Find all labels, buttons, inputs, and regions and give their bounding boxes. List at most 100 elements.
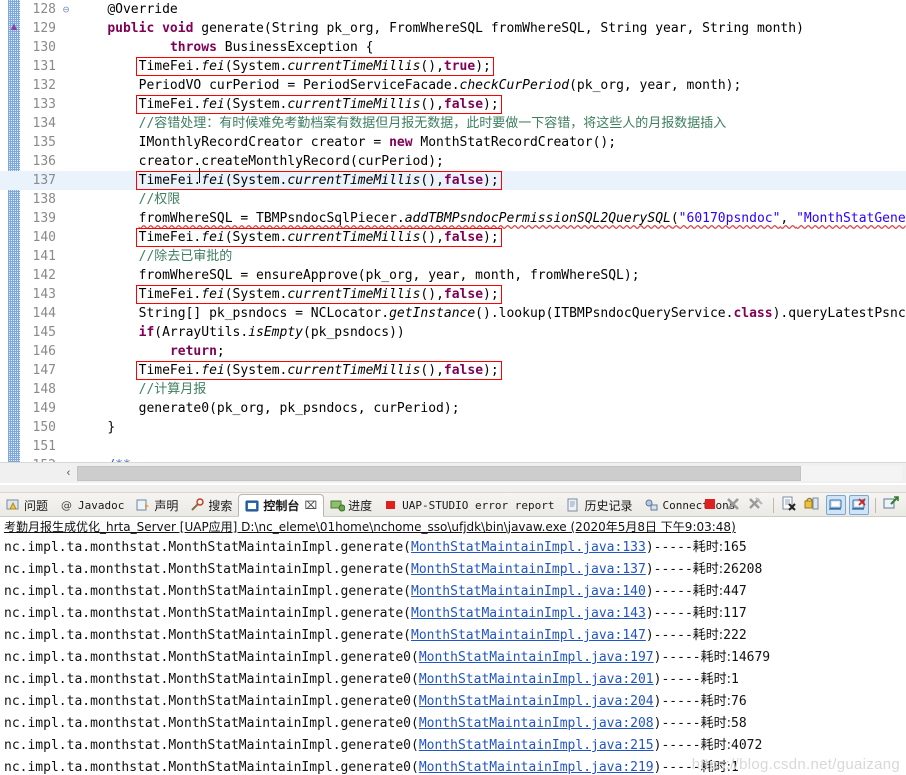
code-line[interactable]: 128 ⊖ @Override: [0, 0, 906, 19]
code-line[interactable]: 145 if(ArrayUtils.isEmpty(pk_psndocs)): [0, 323, 906, 342]
code-text: TimeFei.fei(System.currentTimeMillis(),t…: [138, 59, 491, 74]
console-error-icon: [850, 498, 868, 518]
remove-launch-button[interactable]: [724, 495, 744, 515]
stack-trace-link[interactable]: MonthStatMaintainImpl.java:197: [419, 650, 654, 665]
code-line[interactable]: 149 generate0(pk_org, pk_psndocs, curPeri…: [0, 399, 906, 418]
stack-trace-link[interactable]: MonthStatMaintainImpl.java:143: [411, 606, 646, 621]
console-qualified-method: nc.impl.ta.monthstat.MonthStatMaintainIm…: [4, 562, 411, 577]
tab-problems[interactable]: 问题: [0, 493, 54, 517]
line-number: 141: [32, 249, 56, 264]
scroll-left-arrow[interactable]: ‹: [60, 463, 77, 483]
editor-horizontal-scrollbar[interactable]: ‹: [0, 462, 906, 483]
tab-error-report[interactable]: UAP-STUDIO error report: [378, 493, 560, 517]
scroll-lock-button[interactable]: [803, 495, 823, 515]
console-line[interactable]: nc.impl.ta.monthstat.MonthStatMaintainIm…: [4, 647, 906, 669]
code-line[interactable]: 130 throws BusinessException {: [0, 38, 906, 57]
console-line[interactable]: nc.impl.ta.monthstat.MonthStatMaintainIm…: [4, 669, 906, 691]
tab-javadoc[interactable]: @ Javadoc: [54, 493, 130, 517]
tab-label: Javadoc: [78, 498, 125, 512]
code-line[interactable]: 139 fromWhereSQL = TBMPsndocSqlPiecer.add…: [0, 209, 906, 228]
fold-toggle-icon[interactable]: ⊖: [60, 0, 72, 19]
stack-trace-link[interactable]: MonthStatMaintainImpl.java:137: [411, 562, 646, 577]
code-text: fromWhereSQL = TBMPsndocSqlPiecer.addTBM…: [138, 211, 906, 226]
open-console-button[interactable]: [882, 495, 902, 515]
console-output-icon: [827, 499, 845, 518]
code-line[interactable]: 135 IMonthlyRecordCreator creator = new M…: [0, 133, 906, 152]
console-line[interactable]: nc.impl.ta.monthstat.MonthStatMaintainIm…: [4, 581, 906, 603]
line-number: 132: [32, 78, 56, 93]
show-console-on-output-button[interactable]: [826, 495, 846, 515]
code-line[interactable]: 131 TimeFei.fei(System.currentTimeMillis(…: [0, 57, 906, 76]
line-number: 139: [32, 211, 56, 226]
code-line[interactable]: 143 TimeFei.fei(System.currentTimeMillis(…: [0, 285, 906, 304]
remove-all-terminated-button[interactable]: [747, 495, 767, 515]
code-text: throws BusinessException {: [169, 40, 374, 55]
tab-label: 搜索: [208, 498, 233, 513]
clear-console-button[interactable]: [780, 495, 800, 515]
code-line[interactable]: 133 TimeFei.fei(System.currentTimeMillis(…: [0, 95, 906, 114]
stack-trace-link[interactable]: MonthStatMaintainImpl.java:140: [411, 584, 646, 599]
tab-label: 问题: [24, 498, 49, 513]
stack-trace-link[interactable]: MonthStatMaintainImpl.java:133: [411, 540, 646, 555]
code-text: TimeFei.fei(System.currentTimeMillis(),f…: [138, 173, 499, 188]
console-line[interactable]: nc.impl.ta.monthstat.MonthStatMaintainIm…: [4, 691, 906, 713]
code-text: IMonthlyRecordCreator creator = new Mont…: [138, 135, 617, 150]
console-line[interactable]: nc.impl.ta.monthstat.MonthStatMaintainIm…: [4, 603, 906, 625]
remove-x-icon: [724, 498, 742, 517]
show-console-on-error-button[interactable]: [849, 495, 869, 515]
code-line[interactable]: 138 //权限: [0, 190, 906, 209]
console-line-tail: )-----耗时:14679: [653, 650, 771, 665]
code-line[interactable]: 142 fromWhereSQL = ensureApprove(pk_org, …: [0, 266, 906, 285]
console-line[interactable]: nc.impl.ta.monthstat.MonthStatMaintainIm…: [4, 735, 906, 757]
scrollbar-thumb[interactable]: [77, 466, 801, 481]
code-line[interactable]: 136 creator.createMonthlyRecord(curPeriod…: [0, 152, 906, 171]
console-icon: [245, 499, 260, 513]
stack-trace-link[interactable]: MonthStatMaintainImpl.java:215: [419, 738, 654, 753]
problems-icon: [6, 498, 21, 512]
console-line[interactable]: nc.impl.ta.monthstat.MonthStatMaintainIm…: [4, 713, 906, 735]
tab-progress[interactable]: 进度: [324, 493, 378, 517]
declaration-icon: [136, 498, 151, 512]
remove-all-x-icon: [747, 497, 765, 517]
close-icon[interactable]: ⌧: [304, 499, 317, 512]
progress-icon: [330, 498, 346, 512]
code-text: fromWhereSQL = ensureApprove(pk_org, yea…: [138, 268, 640, 283]
code-line[interactable]: 137 TimeFei.fei(System.currentTimeMillis(…: [0, 171, 906, 190]
code-line[interactable]: 150}: [0, 418, 906, 437]
tab-history[interactable]: 历史记录: [560, 493, 638, 517]
stack-trace-link[interactable]: MonthStatMaintainImpl.java:147: [411, 628, 646, 643]
console-line-tail: )-----耗时:222: [645, 628, 747, 643]
tab-console[interactable]: 控制台 ⌧: [238, 494, 325, 517]
code-line[interactable]: 129 public void generate(String pk_org, F…: [0, 19, 906, 38]
tab-declaration[interactable]: 声明: [130, 493, 184, 517]
code-line[interactable]: 132 PeriodVO curPeriod = PeriodServiceFac…: [0, 76, 906, 95]
stack-trace-link[interactable]: MonthStatMaintainImpl.java:208: [419, 716, 654, 731]
console-qualified-method: nc.impl.ta.monthstat.MonthStatMaintainIm…: [4, 694, 419, 709]
stack-trace-link[interactable]: MonthStatMaintainImpl.java:204: [419, 694, 654, 709]
code-line[interactable]: 144 String[] pk_psndocs = NCLocator.getIn…: [0, 304, 906, 323]
code-lines: 128 ⊖ @Override 129 public void generate(Str…: [0, 0, 906, 462]
editor-text-area[interactable]: ▲ 128 ⊖ @Override 129 public void generate(S…: [0, 0, 906, 462]
console-line[interactable]: nc.impl.ta.monthstat.MonthStatMaintainIm…: [4, 559, 906, 581]
tab-search[interactable]: 搜索: [184, 493, 238, 517]
code-line[interactable]: 146 return;: [0, 342, 906, 361]
code-line[interactable]: 141 //除去已审批的: [0, 247, 906, 266]
stack-trace-link[interactable]: MonthStatMaintainImpl.java:219: [419, 760, 654, 775]
code-line[interactable]: 148 //计算月报: [0, 380, 906, 399]
stack-trace-link[interactable]: MonthStatMaintainImpl.java:201: [419, 672, 654, 687]
code-text: TimeFei.fei(System.currentTimeMillis(),f…: [138, 287, 499, 302]
java-editor[interactable]: ▲ 128 ⊖ @Override 129 public void generate(S…: [0, 0, 906, 485]
code-line[interactable]: 147 TimeFei.fei(System.currentTimeMillis(…: [0, 361, 906, 380]
code-line[interactable]: 140 TimeFei.fei(System.currentTimeMillis(…: [0, 228, 906, 247]
tab-label: 声明: [154, 498, 179, 513]
console-line[interactable]: nc.impl.ta.monthstat.MonthStatMaintainIm…: [4, 625, 906, 647]
console-qualified-method: nc.impl.ta.monthstat.MonthStatMaintainIm…: [4, 760, 419, 775]
code-line[interactable]: 134 //容错处理：有时候难免考勤档案有数据但月报无数据，此时要做一下容错，将这…: [0, 114, 906, 133]
console-qualified-method: nc.impl.ta.monthstat.MonthStatMaintainIm…: [4, 716, 419, 731]
console-output[interactable]: nc.impl.ta.monthstat.MonthStatMaintainIm…: [0, 537, 906, 775]
code-line[interactable]: 151: [0, 437, 906, 456]
console-line[interactable]: nc.impl.ta.monthstat.MonthStatMaintainIm…: [4, 537, 906, 559]
watermark: https://blog.csdn.net/guaizang: [691, 756, 900, 773]
terminate-button[interactable]: [701, 495, 721, 515]
scrollbar-track[interactable]: [801, 466, 902, 481]
